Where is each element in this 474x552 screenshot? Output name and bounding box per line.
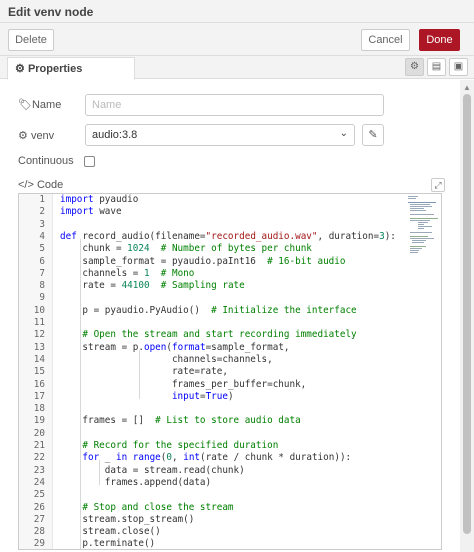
tab-properties[interactable]: ⚙ Properties (7, 57, 135, 80)
line-number: 9 (39, 292, 45, 304)
code-line: rate = 44100 # Sampling rate (60, 280, 245, 292)
code-line: stream = p.open(format=sample_format, (60, 341, 290, 353)
line-number: 12 (33, 329, 45, 341)
line-number: 5 (39, 243, 45, 255)
line-number: 18 (33, 403, 45, 415)
line-number: 21 (33, 440, 45, 451)
code-line: stream.stop_stream() (60, 513, 195, 525)
panel-scrollbar[interactable]: ▲ (460, 80, 474, 552)
code-line: frames.append(data) (60, 476, 212, 488)
line-number: 26 (33, 501, 45, 513)
tab-properties-label: Properties (27, 63, 83, 75)
cancel-button[interactable]: Cancel (361, 29, 410, 51)
line-number: 23 (33, 464, 45, 476)
continuous-label: Continuous (18, 155, 74, 167)
line-number: 3 (39, 218, 45, 230)
name-input[interactable]: Name (85, 94, 384, 116)
name-row-label: 🏷Name (18, 99, 62, 111)
line-number: 1 (39, 194, 45, 205)
line-number: 8 (39, 280, 45, 292)
code-line: frames = [] # List to store audio data (60, 415, 301, 427)
code-line: frames_per_buffer=chunk, (60, 378, 307, 390)
edit-venv-button[interactable]: ✎ (362, 124, 384, 146)
line-number: 22 (33, 452, 45, 464)
code-line: rate=rate, (60, 366, 228, 378)
tray-toolbar: Delete Cancel Done (0, 23, 474, 56)
line-number: 27 (33, 513, 45, 525)
line-number: 4 (39, 230, 45, 242)
code-line: for _ in range(0, int(rate / chunk * dur… (82, 452, 352, 464)
pencil-icon: ✎ (368, 129, 378, 141)
gear-icon: ⚙ (15, 63, 25, 75)
line-number: 10 (33, 304, 45, 316)
code-line: input=True) (171, 390, 234, 402)
line-number: 7 (39, 267, 45, 279)
settings-tab-icon[interactable]: ⚙ (405, 58, 424, 76)
tray-header: Edit venv node (0, 0, 474, 23)
code-line: sample_format = pyaudio.paInt16 # 16-bit… (60, 255, 346, 267)
description-tab-icon[interactable]: ▤ (427, 58, 446, 76)
code-line: # Record for the specified duration (82, 440, 279, 451)
scrollbar-thumb[interactable] (463, 94, 471, 534)
code-line: def record_audio(filename="recorded_audi… (60, 230, 396, 242)
chevron-down-icon: ⌄ (339, 128, 348, 139)
continuous-checkbox[interactable] (84, 156, 95, 167)
line-number: 13 (33, 341, 45, 353)
line-number: 25 (33, 489, 45, 501)
code-line: data = stream.read(chunk) (60, 464, 245, 476)
line-number: 19 (33, 415, 45, 427)
code-icon: </> (18, 179, 34, 191)
line-number: 15 (33, 366, 45, 378)
cogs-icon: ⚙ (18, 130, 28, 142)
done-button[interactable]: Done (419, 29, 460, 51)
line-number: 14 (33, 353, 45, 365)
line-number: 24 (33, 476, 45, 488)
delete-button[interactable]: Delete (8, 29, 54, 51)
code-row-label: </> Code (18, 179, 64, 191)
edit-tray: Edit venv node Delete Cancel Done ⚙ Prop… (0, 0, 474, 552)
editor-minimap[interactable] (408, 196, 440, 256)
venv-select-value: audio:3.8 (92, 129, 138, 141)
appearance-tab-icon[interactable]: ▣ (449, 58, 468, 76)
tab-bar: ⚙ Properties ⚙ ▤ ▣ (0, 56, 474, 80)
expand-editor-icon[interactable]: ⤢ (431, 178, 445, 192)
tag-icon: 🏷 (18, 99, 32, 111)
line-number: 29 (33, 538, 45, 550)
scroll-up-icon[interactable]: ▲ (463, 83, 471, 92)
code-line: # Open the stream and start recording im… (82, 329, 357, 341)
code-line: p.terminate() (60, 538, 156, 550)
code-line: import wave (60, 206, 122, 218)
code-line: chunk = 1024 # Number of bytes per chunk (60, 243, 312, 255)
code-line: channels = 1 # Mono (60, 267, 195, 279)
code-line: channels=channels, (60, 353, 273, 365)
line-number: 11 (33, 317, 45, 328)
venv-row-label: ⚙ venv (18, 130, 55, 142)
line-number: 28 (33, 526, 45, 538)
line-number: 17 (33, 390, 45, 402)
line-number: 20 (33, 427, 45, 439)
code-line: stream.close() (60, 526, 161, 538)
code-editor[interactable]: 1 import pyaudio 2 import wave 3 4 def r… (18, 193, 442, 550)
tray-title: Edit venv node (8, 5, 94, 19)
code-line: import pyaudio (60, 194, 139, 205)
code-line: # Stop and close the stream (82, 501, 234, 513)
code-line: p = pyaudio.PyAudio() # Initialize the i… (60, 304, 357, 316)
line-number: 2 (39, 206, 45, 218)
venv-select[interactable]: audio:3.8 ⌄ (85, 124, 355, 146)
line-number: 16 (33, 378, 45, 390)
line-number: 6 (39, 255, 45, 267)
